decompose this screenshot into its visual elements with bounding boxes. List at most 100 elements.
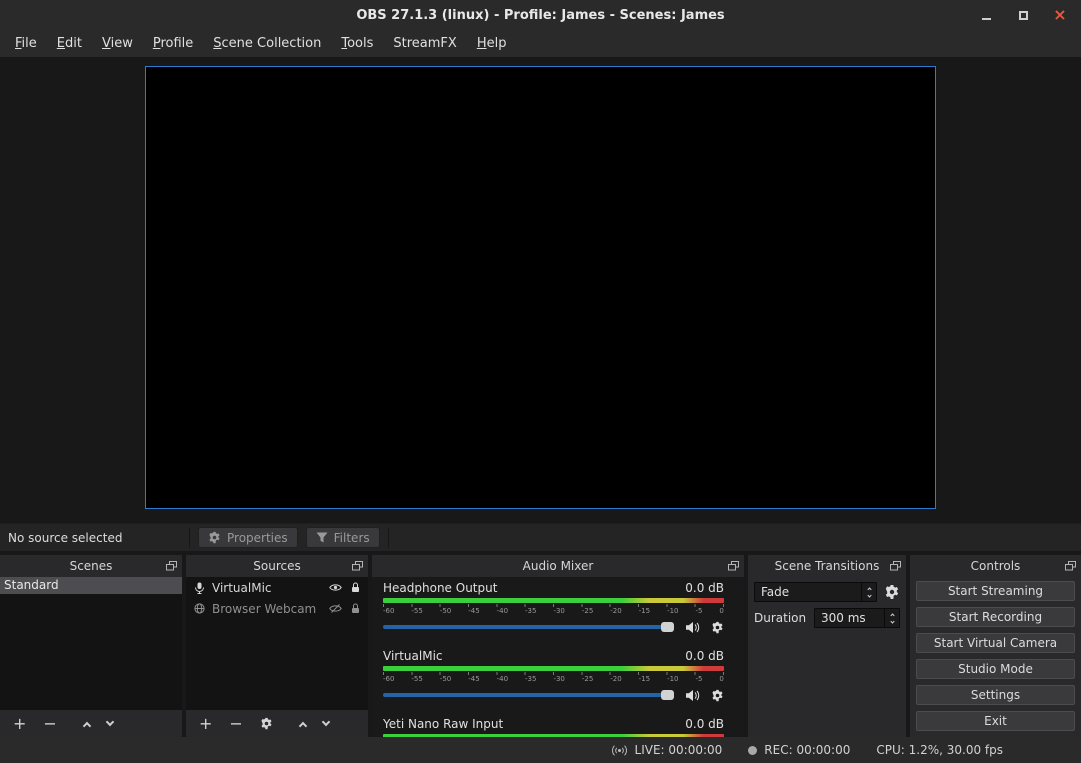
scene-item[interactable]: Standard [0, 577, 182, 594]
source-toolbar: No source selected Properties Filters [0, 523, 1081, 551]
sources-toolbar: + − [186, 710, 368, 737]
studio-mode-button[interactable]: Studio Mode [916, 659, 1075, 679]
add-source-button[interactable]: + [199, 716, 212, 732]
menu-scene-collection[interactable]: Scene Collection [203, 30, 331, 57]
preview-canvas[interactable] [145, 66, 936, 509]
chevron-up-icon [890, 613, 894, 617]
lock-icon[interactable] [351, 582, 360, 593]
move-scene-up-button[interactable] [83, 721, 91, 729]
scene-transitions-dock: Scene Transitions Fade Duration [748, 555, 906, 737]
scenes-dock: Scenes Standard + − [0, 555, 182, 737]
exit-button[interactable]: Exit [916, 711, 1075, 731]
move-source-down-button[interactable] [322, 718, 330, 726]
slider-handle[interactable] [661, 690, 674, 700]
db-tick: 0 [719, 675, 723, 684]
add-scene-button[interactable]: + [13, 716, 26, 732]
audio-mixer-dock: Audio Mixer Headphone Output 0.0 dB -60-… [372, 555, 744, 737]
db-tick: -50 [440, 675, 451, 684]
remove-source-button[interactable]: − [229, 716, 242, 732]
start-recording-button[interactable]: Start Recording [916, 607, 1075, 627]
close-button[interactable]: × [1053, 8, 1067, 22]
start-virtual-camera-button[interactable]: Start Virtual Camera [916, 633, 1075, 653]
start-streaming-button[interactable]: Start Streaming [916, 581, 1075, 601]
filters-button[interactable]: Filters [306, 527, 380, 548]
remove-scene-button[interactable]: − [43, 716, 56, 732]
db-tick: -55 [411, 607, 422, 616]
menu-edit[interactable]: Edit [47, 30, 92, 57]
menu-bar: File Edit View Profile Scene Collection … [0, 30, 1081, 57]
db-scale: -60-55-50-45-40-35-30-25-20-15-10-50 [383, 607, 724, 616]
db-tick: -15 [639, 607, 650, 616]
combo-spinner[interactable] [861, 583, 876, 601]
transition-select[interactable]: Fade [754, 582, 877, 602]
menu-streamfx[interactable]: StreamFX [383, 30, 466, 57]
scenes-dock-title: Scenes [70, 559, 113, 573]
menu-file[interactable]: File [5, 30, 47, 57]
toolbar-divider [189, 528, 190, 548]
volume-slider[interactable] [383, 625, 674, 629]
speaker-icon[interactable] [685, 689, 700, 702]
gear-icon[interactable] [711, 689, 724, 702]
record-dot-icon [748, 746, 757, 755]
eye-off-icon[interactable] [329, 604, 342, 613]
mixer-channel: Headphone Output 0.0 dB -60-55-50-45-40-… [372, 579, 744, 635]
db-tick: -10 [667, 675, 678, 684]
popout-icon[interactable] [352, 561, 363, 571]
audio-mixer-header: Audio Mixer [372, 555, 744, 577]
lock-icon[interactable] [351, 603, 360, 614]
gear-icon[interactable] [711, 621, 724, 634]
duration-label: Duration [754, 611, 806, 625]
db-tick: -5 [695, 675, 702, 684]
source-name: VirtualMic [212, 581, 322, 595]
mic-icon [194, 582, 205, 594]
window-title: OBS 27.1.3 (linux) - Profile: James - Sc… [356, 8, 724, 23]
maximize-button[interactable] [1016, 8, 1030, 22]
source-item[interactable]: Browser Webcam [186, 598, 368, 619]
popout-icon[interactable] [890, 561, 901, 571]
volume-meter [383, 734, 724, 737]
minimize-button[interactable] [979, 8, 993, 22]
popout-icon[interactable] [1065, 561, 1076, 571]
scenes-list: Standard [0, 577, 182, 710]
filter-icon [316, 532, 328, 543]
scene-transitions-title: Scene Transitions [775, 559, 880, 573]
db-tick: -35 [525, 675, 536, 684]
controls-dock-header: Controls [910, 555, 1081, 577]
no-source-label: No source selected [0, 531, 189, 545]
db-tick: -25 [582, 675, 593, 684]
channel-name: Yeti Nano Raw Input [383, 717, 503, 732]
menu-profile[interactable]: Profile [143, 30, 203, 57]
mixer-body: Headphone Output 0.0 dB -60-55-50-45-40-… [372, 577, 744, 737]
move-source-up-button[interactable] [299, 721, 307, 729]
db-tick: 0 [719, 607, 723, 616]
duration-spinbox[interactable]: 300 ms [814, 608, 900, 628]
live-status: LIVE: 00:00:00 [611, 743, 723, 757]
duration-spinner[interactable] [884, 609, 899, 627]
db-tick: -40 [497, 607, 508, 616]
db-tick: -45 [468, 675, 479, 684]
settings-button[interactable]: Settings [916, 685, 1075, 705]
slider-handle[interactable] [661, 622, 674, 632]
move-scene-down-button[interactable] [106, 718, 114, 726]
scene-transitions-header: Scene Transitions [748, 555, 906, 577]
source-properties-button[interactable] [260, 717, 273, 730]
db-tick: -40 [497, 675, 508, 684]
db-tick: -55 [411, 675, 422, 684]
properties-button[interactable]: Properties [198, 527, 298, 548]
popout-icon[interactable] [728, 561, 739, 571]
transition-gear-icon[interactable] [884, 584, 900, 600]
menu-view[interactable]: View [92, 30, 143, 57]
eye-icon[interactable] [329, 583, 342, 592]
menu-tools[interactable]: Tools [331, 30, 383, 57]
speaker-icon[interactable] [685, 621, 700, 634]
sources-list: VirtualMic Browser Webcam [186, 577, 368, 710]
volume-slider[interactable] [383, 693, 674, 697]
rec-status: REC: 00:00:00 [748, 743, 850, 757]
menu-help[interactable]: Help [467, 30, 517, 57]
filters-label: Filters [334, 531, 370, 545]
volume-meter [383, 666, 724, 671]
channel-name: VirtualMic [383, 649, 443, 664]
source-item[interactable]: VirtualMic [186, 577, 368, 598]
popout-icon[interactable] [166, 561, 177, 571]
controls-body: Start Streaming Start Recording Start Vi… [910, 577, 1081, 737]
